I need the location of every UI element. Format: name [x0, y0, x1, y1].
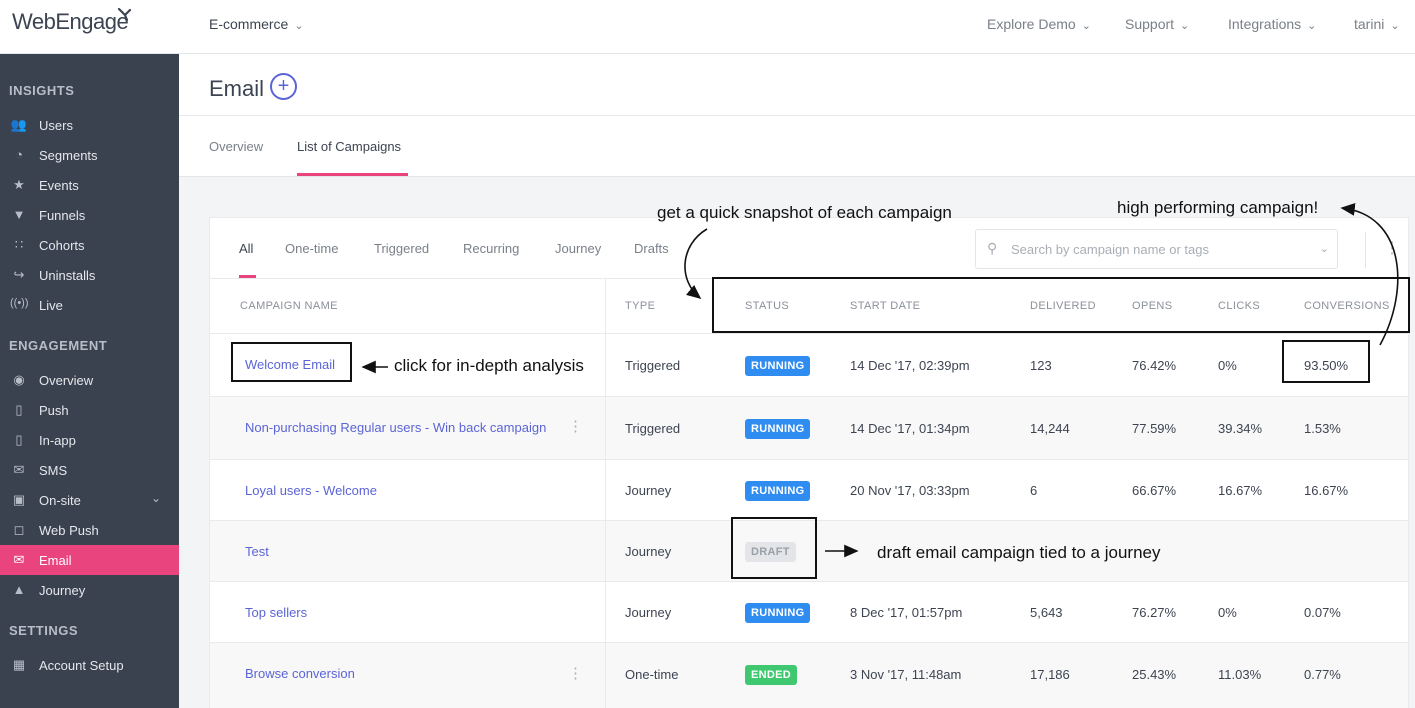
arrow-snapshot	[684, 228, 708, 300]
annotation-arrows	[361, 203, 1399, 558]
arrow-high-performing	[1340, 203, 1399, 346]
